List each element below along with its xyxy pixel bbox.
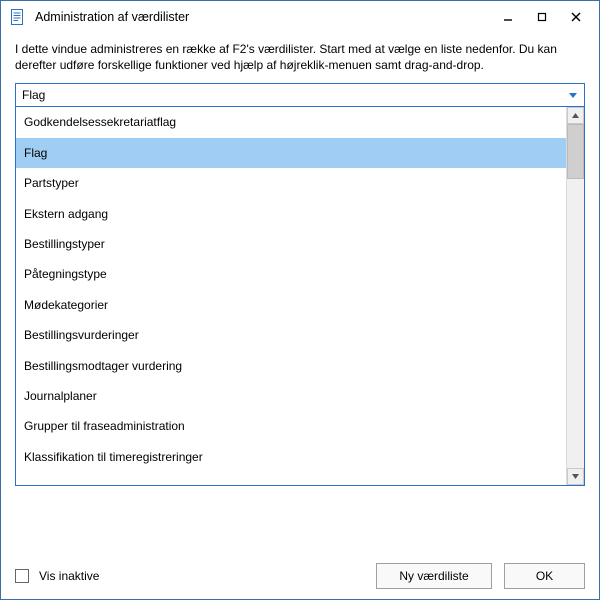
intro-text: I dette vindue administreres en række af… bbox=[15, 41, 585, 73]
list-item[interactable]: Bestillingsmodtager vurdering bbox=[16, 351, 566, 381]
scrollbar[interactable] bbox=[566, 107, 584, 485]
window-title: Administration af værdilister bbox=[35, 10, 491, 24]
list-item[interactable]: Ekstern adgang bbox=[16, 199, 566, 229]
list-item[interactable]: Flag bbox=[16, 138, 566, 168]
body: I dette vindue administreres en række af… bbox=[1, 33, 599, 599]
list-item[interactable]: Grupper til fraseadministration bbox=[16, 411, 566, 441]
scroll-track[interactable] bbox=[567, 124, 584, 468]
titlebar: Administration af værdilister bbox=[1, 1, 599, 33]
dropdown-list[interactable]: GodkendelsessekretariatflagFlagPartstype… bbox=[16, 107, 566, 485]
ok-button-label: OK bbox=[536, 569, 553, 583]
spacer bbox=[15, 486, 585, 555]
list-item[interactable]: Godkendelsessekretariatflag bbox=[16, 107, 566, 137]
dropdown-panel: GodkendelsessekretariatflagFlagPartstype… bbox=[15, 107, 585, 486]
scroll-up-button[interactable] bbox=[567, 107, 584, 124]
list-item[interactable]: Bestillingsvurderinger bbox=[16, 320, 566, 350]
ok-button[interactable]: OK bbox=[504, 563, 585, 589]
maximize-button[interactable] bbox=[525, 5, 559, 29]
list-item[interactable]: Journalplaner bbox=[16, 381, 566, 411]
footer: Vis inaktive Ny værdiliste OK bbox=[15, 563, 585, 589]
show-inactive-checkbox[interactable] bbox=[15, 569, 29, 583]
new-list-button-label: Ny værdiliste bbox=[399, 569, 468, 583]
list-item[interactable]: Påtegningstype bbox=[16, 259, 566, 289]
scroll-down-button[interactable] bbox=[567, 468, 584, 485]
list-item[interactable]: Partstyper bbox=[16, 168, 566, 198]
window-root: Administration af værdilister I dette vi… bbox=[0, 0, 600, 600]
new-list-button[interactable]: Ny værdiliste bbox=[376, 563, 492, 589]
minimize-button[interactable] bbox=[491, 5, 525, 29]
document-icon bbox=[9, 8, 27, 26]
close-button[interactable] bbox=[559, 5, 593, 29]
list-item[interactable]: Bestillingstyper bbox=[16, 229, 566, 259]
list-selector-combo[interactable]: Flag bbox=[15, 83, 585, 107]
list-item[interactable]: Klassifikation til timeregistreringer bbox=[16, 442, 566, 472]
combo-selected-text: Flag bbox=[22, 88, 566, 102]
show-inactive-label: Vis inaktive bbox=[39, 569, 364, 583]
scroll-thumb[interactable] bbox=[567, 124, 584, 179]
list-item[interactable]: Mødekategorier bbox=[16, 290, 566, 320]
chevron-down-icon bbox=[566, 84, 580, 106]
